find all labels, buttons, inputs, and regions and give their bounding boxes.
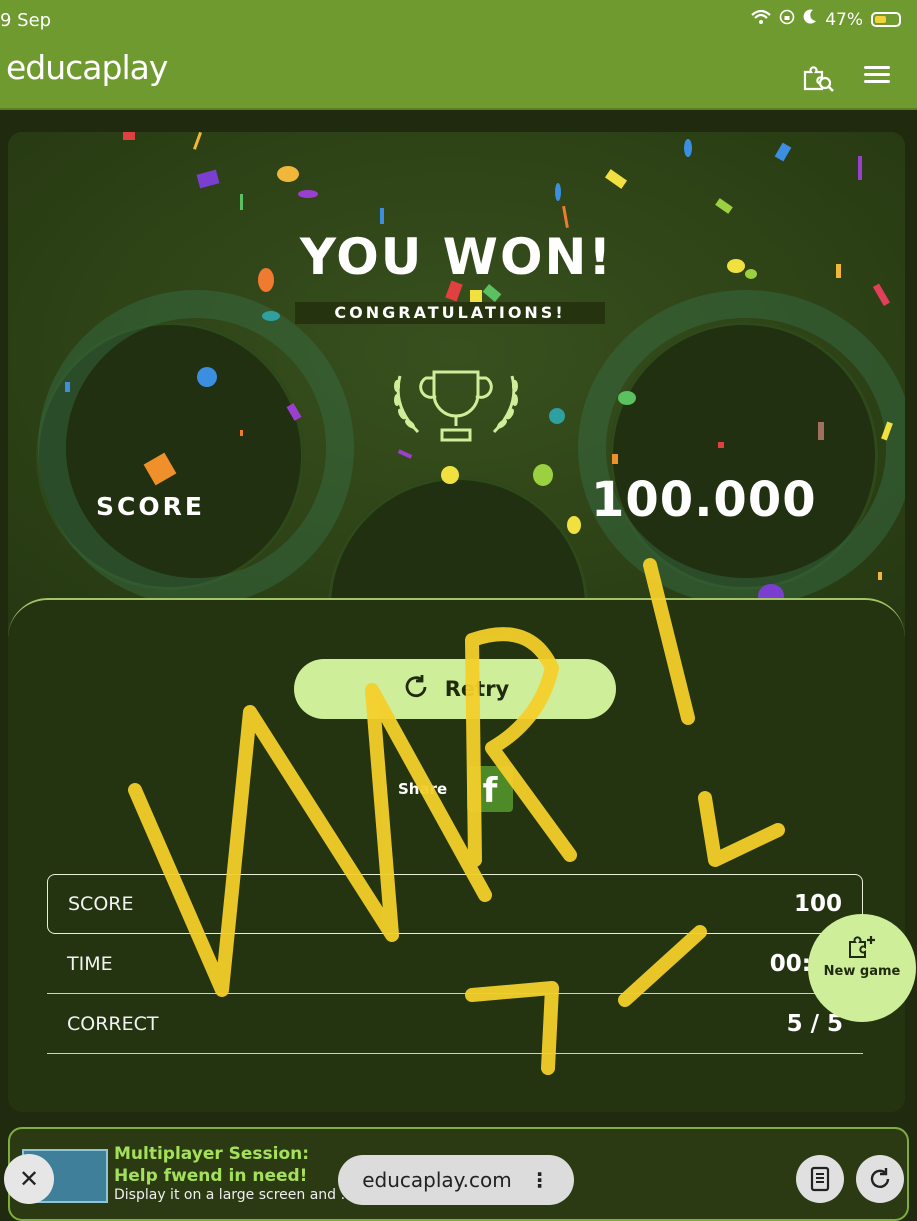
url-text: educaplay.com: [362, 1168, 512, 1192]
stat-label: SCORE: [68, 893, 134, 915]
close-icon[interactable]: ✕: [4, 1154, 54, 1204]
stats-row-score: SCORE 100: [47, 874, 863, 934]
battery-percent: 47%: [825, 9, 863, 30]
share-label: Share: [398, 780, 448, 798]
puzzle-plus-icon: [808, 932, 916, 964]
retry-label: Retry: [444, 677, 510, 701]
refresh-icon: [401, 672, 431, 707]
reload-icon[interactable]: [856, 1155, 904, 1203]
status-bar: 9 Sep 47%: [0, 0, 917, 40]
score-value: 100.000: [591, 472, 817, 528]
retry-button[interactable]: Retry: [294, 659, 616, 719]
reader-icon[interactable]: [796, 1155, 844, 1203]
new-game-label: New game: [823, 964, 901, 979]
stat-label: TIME: [67, 952, 113, 975]
stat-value: 100: [793, 891, 842, 917]
more-options-icon[interactable]: ⋮: [530, 1168, 550, 1192]
you-won-heading: YOU WON!: [299, 228, 614, 286]
moon-icon: [803, 9, 817, 30]
status-indicators: 47%: [751, 9, 901, 30]
status-date: 9 Sep: [0, 10, 52, 31]
congratulations-label: CONGRATULATIONS!: [295, 302, 605, 324]
facebook-icon: f: [482, 771, 498, 811]
stats-row-correct: CORRECT 5 / 5: [47, 994, 863, 1054]
url-bar[interactable]: educaplay.com ⋮: [338, 1155, 574, 1205]
trophy-icon: [386, 364, 526, 448]
stats-row-time: TIME 00:19: [47, 934, 863, 994]
score-label: SCORE: [96, 492, 205, 521]
educaplay-logo[interactable]: educaplay: [6, 48, 168, 87]
wifi-icon: [751, 9, 771, 30]
hamburger-menu-icon[interactable]: [864, 62, 890, 88]
result-card: YOU WON! CONGRATULATIONS! SCORE 100.000 …: [8, 132, 905, 1112]
new-game-button[interactable]: New game: [808, 914, 916, 1022]
app-header: educaplay: [0, 40, 917, 108]
facebook-share-button[interactable]: f: [467, 766, 513, 812]
celebration-hero: YOU WON! CONGRATULATIONS! SCORE 100.000: [8, 132, 905, 737]
stat-label: CORRECT: [67, 1012, 159, 1035]
rotation-lock-icon: [779, 9, 795, 30]
stats-table: SCORE 100 TIME 00:19 CORRECT 5 / 5: [47, 874, 863, 1054]
puzzle-search-icon[interactable]: [800, 58, 836, 94]
battery-icon: [871, 12, 901, 27]
